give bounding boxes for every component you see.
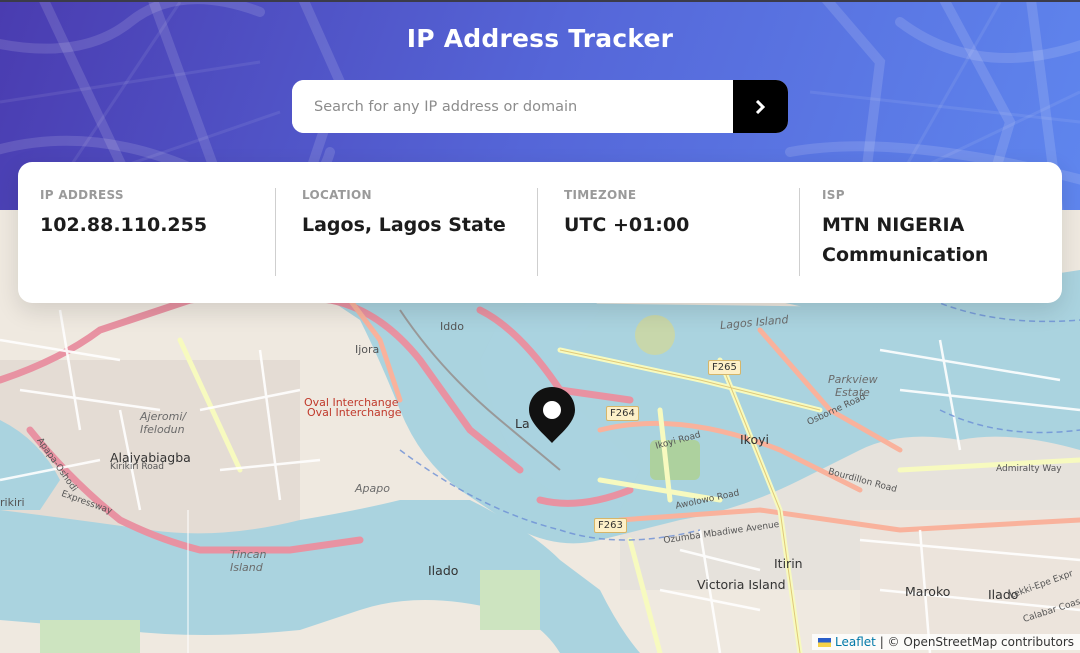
road-shield-f263: F263 bbox=[594, 518, 627, 533]
map-label-oval-2: Oval Interchange bbox=[307, 406, 402, 419]
road-shield-f264: F264 bbox=[606, 406, 639, 421]
ip-address-label: IP Address bbox=[40, 188, 124, 202]
map-label-tincan-2: Island bbox=[230, 561, 263, 574]
isp-section: ISP MTN NIGERIA Communication bbox=[800, 188, 1062, 303]
map-label-tincan-1: Tincan bbox=[230, 548, 267, 561]
map-label-ajeromi-1: Ajeromi/ bbox=[140, 410, 187, 423]
ip-address-section: IP Address 102.88.110.255 bbox=[18, 188, 276, 303]
timezone-value: UTC +01:00 bbox=[564, 214, 690, 236]
chevron-right-icon bbox=[755, 99, 766, 114]
road-shield-f265: F265 bbox=[708, 360, 741, 375]
map-label-ajeromi-2: Ifelodun bbox=[140, 423, 185, 436]
search-bar bbox=[292, 80, 788, 133]
map-label-ikoyi: Ikoyi bbox=[740, 432, 769, 447]
map-label-kirikiri-road: Kirikiri Road bbox=[110, 462, 164, 472]
search-input[interactable] bbox=[292, 80, 733, 133]
map-label-itirin: Itirin bbox=[774, 556, 803, 571]
map-label-apapo: Apapo bbox=[355, 482, 390, 495]
map-label-parkview-1: Parkview bbox=[828, 373, 878, 386]
map-label-victoria-island: Victoria Island bbox=[697, 577, 786, 592]
search-submit-button[interactable] bbox=[733, 80, 788, 133]
map-attribution: Leaflet | © OpenStreetMap contributors bbox=[812, 634, 1080, 650]
page-title: IP Address Tracker bbox=[406, 24, 674, 53]
location-value: Lagos, Lagos State bbox=[302, 214, 506, 236]
timezone-label: Timezone bbox=[564, 188, 637, 202]
timezone-section: Timezone UTC +01:00 bbox=[538, 188, 800, 303]
map-label-iddo: Iddo bbox=[440, 320, 464, 333]
leaflet-link[interactable]: Leaflet bbox=[835, 635, 876, 649]
ukraine-flag-icon bbox=[818, 638, 832, 647]
map-label-admiralty-way: Admiralty Way bbox=[996, 464, 1062, 474]
map-label-ijora: Ijora bbox=[355, 343, 380, 356]
map-label-kirikiri: rikiri bbox=[0, 496, 25, 509]
osm-attribution-text: | © OpenStreetMap contributors bbox=[879, 635, 1074, 649]
map-label-ilado-1: Ilado bbox=[428, 563, 459, 578]
location-label: Location bbox=[302, 188, 372, 202]
ip-address-value: 102.88.110.255 bbox=[40, 214, 208, 236]
location-section: Location Lagos, Lagos State bbox=[276, 188, 538, 303]
isp-label: ISP bbox=[822, 188, 845, 202]
info-card: IP Address 102.88.110.255 Location Lagos… bbox=[18, 162, 1062, 303]
map-label-maroko: Maroko bbox=[905, 584, 951, 599]
isp-value: MTN NIGERIA Communication bbox=[822, 214, 989, 266]
location-pin-icon[interactable] bbox=[527, 385, 577, 445]
